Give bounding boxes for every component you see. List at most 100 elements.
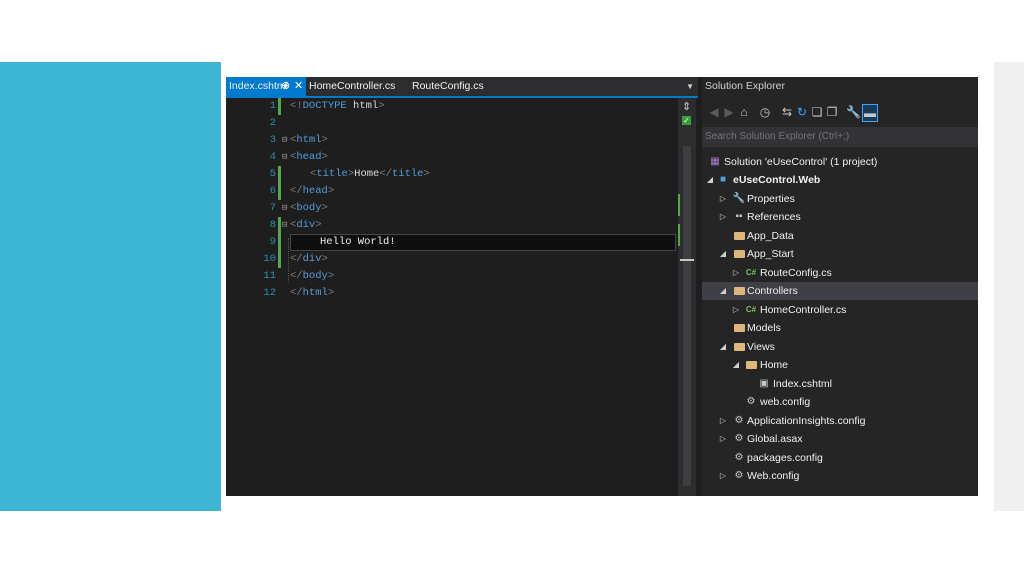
csharp-file-icon: C# bbox=[745, 305, 757, 314]
expanded-arrow-icon[interactable]: ◢ bbox=[718, 245, 728, 263]
collapse-icon[interactable]: ⊟ bbox=[282, 217, 287, 234]
search-box[interactable] bbox=[702, 127, 978, 147]
tree-node-views[interactable]: ◢ Views bbox=[702, 338, 978, 356]
tree-node-label: RouteConfig.cs bbox=[760, 267, 832, 279]
line-number: 2 bbox=[269, 117, 276, 129]
visual-studio-screenshot: Index.cshtml ⊕ ✕ HomeController.cs Route… bbox=[226, 77, 978, 496]
tree-node-label: Home bbox=[760, 359, 789, 371]
tree-node-label: HomeController.cs bbox=[760, 304, 847, 316]
code-line: 2 bbox=[226, 115, 676, 132]
expanded-arrow-icon[interactable]: ◢ bbox=[705, 171, 715, 189]
tree-node-index-cshtml[interactable]: ▣ Index.cshtml bbox=[702, 375, 978, 393]
wrench-icon: 🔧 bbox=[732, 193, 746, 204]
collapsed-arrow-icon[interactable]: ▷ bbox=[718, 467, 728, 485]
close-icon[interactable]: ✕ bbox=[294, 77, 303, 96]
show-all-files-icon[interactable]: ❐ bbox=[825, 104, 839, 120]
collapse-icon[interactable]: ⊟ bbox=[282, 132, 287, 149]
tab-index-cshtml[interactable]: Index.cshtml ⊕ ✕ bbox=[226, 77, 306, 96]
line-text: </head> bbox=[290, 185, 335, 197]
code-line: 11 </body> bbox=[226, 268, 676, 285]
solution-explorer-toolbar: ◀ ▶ ⌂ ◷ ⇆ ↻ ❏ ❐ 🔧 ▬ bbox=[702, 99, 978, 127]
tree-node-app-data[interactable]: App_Data bbox=[702, 227, 978, 245]
code-line: 1 <!DOCTYPE html> bbox=[226, 98, 676, 115]
line-text: </body> bbox=[290, 270, 335, 282]
tab-homecontroller-cs[interactable]: HomeController.cs bbox=[309, 77, 395, 96]
tree-node-label: Models bbox=[747, 322, 781, 334]
code-line: 7 ⊟ <body> bbox=[226, 200, 676, 217]
split-window-icon[interactable]: ⇕ bbox=[682, 100, 691, 113]
forward-icon[interactable]: ▶ bbox=[722, 104, 736, 120]
tab-routeconfig-cs[interactable]: RouteConfig.cs bbox=[412, 77, 484, 96]
config-file-icon: ⚙ bbox=[734, 415, 744, 426]
tree-node-label: ApplicationInsights.config bbox=[747, 415, 866, 427]
tree-node-home[interactable]: ◢ Home bbox=[702, 356, 978, 374]
change-marker bbox=[278, 234, 281, 251]
tree-node-properties[interactable]: ▷ 🔧 Properties bbox=[702, 190, 978, 208]
tree-node-label: packages.config bbox=[747, 452, 823, 464]
collapsed-arrow-icon[interactable]: ▷ bbox=[718, 430, 728, 448]
line-number: 11 bbox=[263, 270, 276, 282]
collapsed-arrow-icon[interactable]: ▷ bbox=[718, 208, 728, 226]
sync-icon[interactable]: ⇆ bbox=[780, 104, 794, 120]
tree-node-appinsights-config[interactable]: ▷ ⚙ ApplicationInsights.config bbox=[702, 412, 978, 430]
line-number: 1 bbox=[269, 100, 276, 112]
tab-dropdown-icon[interactable]: ▼ bbox=[686, 77, 694, 96]
tree-node-packages-config[interactable]: ⚙ packages.config bbox=[702, 449, 978, 467]
collapse-icon[interactable]: ⊟ bbox=[282, 200, 287, 217]
panel-title: Solution Explorer bbox=[705, 80, 785, 92]
tree-node-label: App_Start bbox=[747, 248, 794, 260]
expanded-arrow-icon[interactable]: ◢ bbox=[718, 338, 728, 356]
tree-node-solution[interactable]: ▦ Solution 'eUseControl' (1 project) bbox=[702, 153, 978, 171]
change-overview-marker bbox=[678, 194, 680, 216]
code-line: 12 </html> bbox=[226, 285, 676, 302]
search-input[interactable] bbox=[705, 127, 973, 147]
expanded-arrow-icon[interactable]: ◢ bbox=[718, 282, 728, 300]
line-text: <html> bbox=[290, 134, 328, 146]
collapse-all-icon[interactable]: ❏ bbox=[810, 104, 824, 120]
tree-node-controllers[interactable]: ◢ Controllers bbox=[702, 282, 978, 300]
tree-node-global-asax[interactable]: ▷ ⚙ Global.asax bbox=[702, 430, 978, 448]
tree-node-label: Properties bbox=[747, 193, 795, 205]
refresh-icon[interactable]: ↻ bbox=[795, 104, 809, 120]
home-icon[interactable]: ⌂ bbox=[737, 104, 751, 120]
tab-label: HomeController.cs bbox=[309, 80, 396, 92]
config-file-icon: ⚙ bbox=[734, 452, 744, 463]
collapsed-arrow-icon[interactable]: ▷ bbox=[731, 264, 741, 282]
code-line: 3 ⊟ <html> bbox=[226, 132, 676, 149]
code-area[interactable]: 1 <!DOCTYPE html> 2 3 ⊟ <html> 4 ⊟ <head… bbox=[226, 98, 676, 496]
collapsed-arrow-icon[interactable]: ▷ bbox=[718, 412, 728, 430]
collapsed-arrow-icon[interactable]: ▷ bbox=[731, 301, 741, 319]
back-icon[interactable]: ◀ bbox=[707, 104, 721, 120]
expanded-arrow-icon[interactable]: ◢ bbox=[731, 356, 741, 374]
properties-wrench-icon[interactable]: 🔧 bbox=[846, 104, 861, 120]
tree-node-web-config[interactable]: ▷ ⚙ Web.config bbox=[702, 467, 978, 485]
tree-node-project[interactable]: ◢ ■ eUseControl.Web bbox=[702, 171, 978, 189]
history-icon[interactable]: ◷ bbox=[758, 104, 772, 120]
preview-icon[interactable]: ▬ bbox=[862, 104, 878, 122]
line-text: <div> bbox=[290, 219, 322, 231]
change-overview-marker bbox=[678, 224, 680, 246]
line-number: 3 bbox=[269, 134, 276, 146]
line-text: <title>Home</title> bbox=[310, 168, 430, 180]
slide-right-band bbox=[994, 62, 1024, 511]
line-number: 12 bbox=[263, 287, 276, 299]
tree-node-references[interactable]: ▷ ▪▪ References bbox=[702, 208, 978, 226]
tree-node-models[interactable]: Models bbox=[702, 319, 978, 337]
tree-node-routeconfig[interactable]: ▷ C# RouteConfig.cs bbox=[702, 264, 978, 282]
tree-node-label: Global.asax bbox=[747, 433, 803, 445]
tree-node-homecontroller[interactable]: ▷ C# HomeController.cs bbox=[702, 301, 978, 319]
pin-icon[interactable]: ⊕ bbox=[281, 77, 290, 96]
vertical-scrollbar[interactable]: ⇕ ✓ bbox=[678, 98, 696, 496]
tab-label: Index.cshtml bbox=[229, 80, 288, 92]
collapse-icon[interactable]: ⊟ bbox=[282, 149, 287, 166]
caret-position-marker bbox=[680, 259, 694, 261]
tree-node-label: App_Data bbox=[747, 230, 794, 242]
tree-node-label: Web.config bbox=[747, 470, 800, 482]
solution-icon: ▦ bbox=[710, 156, 720, 167]
tree-node-label: Index.cshtml bbox=[773, 378, 832, 390]
tree-node-views-web-config[interactable]: ⚙ web.config bbox=[702, 393, 978, 411]
line-number: 10 bbox=[263, 253, 276, 265]
collapsed-arrow-icon[interactable]: ▷ bbox=[718, 190, 728, 208]
tree-node-app-start[interactable]: ◢ App_Start bbox=[702, 245, 978, 263]
scrollbar-thumb[interactable] bbox=[683, 146, 691, 486]
